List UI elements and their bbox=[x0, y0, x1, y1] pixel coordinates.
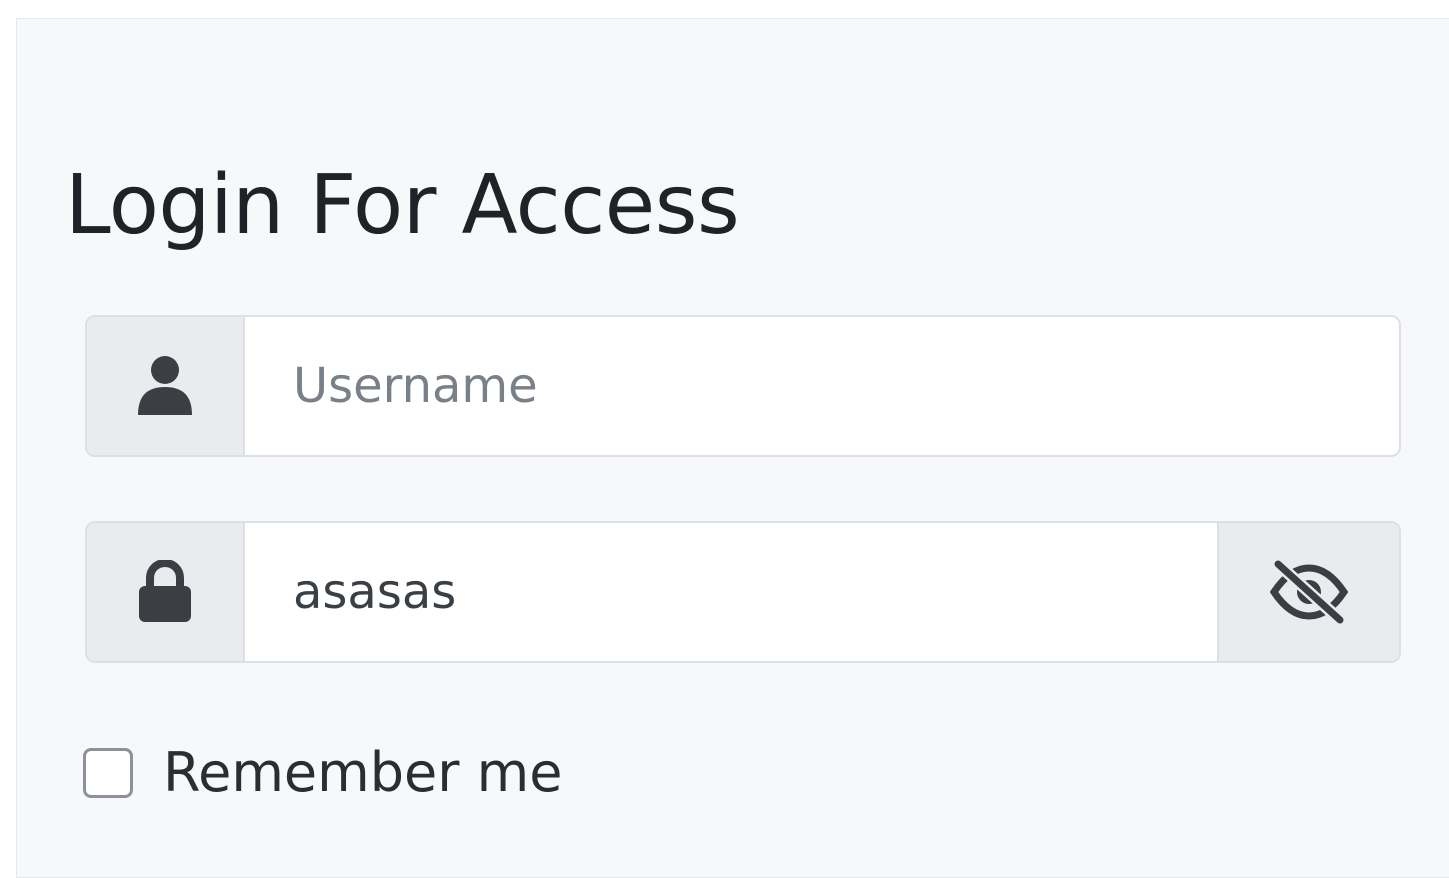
remember-me-label: Remember me bbox=[163, 741, 563, 804]
remember-me-checkbox[interactable] bbox=[83, 747, 133, 798]
lock-icon bbox=[87, 523, 245, 661]
username-input[interactable] bbox=[245, 317, 1399, 455]
page-title: Login For Access bbox=[65, 158, 740, 253]
username-input-group bbox=[85, 315, 1401, 457]
login-card: Login For Access Re bbox=[16, 18, 1449, 878]
password-input[interactable] bbox=[245, 523, 1217, 661]
eye-slash-icon[interactable] bbox=[1217, 523, 1399, 661]
password-input-group bbox=[85, 521, 1401, 663]
remember-me[interactable]: Remember me bbox=[83, 741, 562, 804]
user-icon bbox=[87, 317, 245, 455]
